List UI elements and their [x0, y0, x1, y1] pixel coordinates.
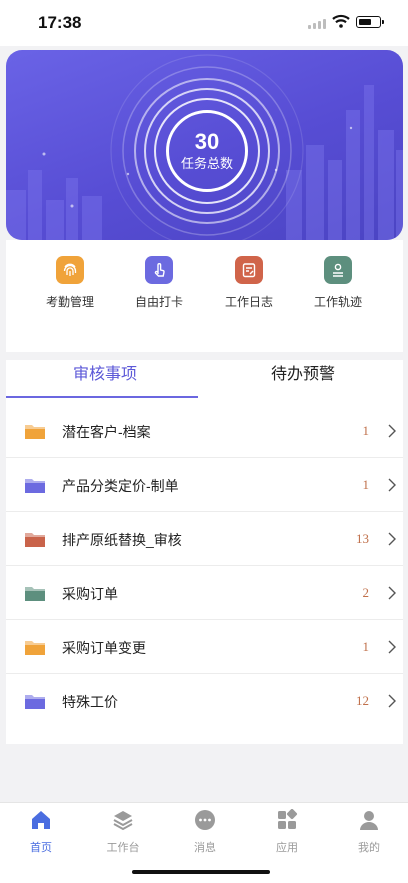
tab-label: 应用 [276, 842, 298, 854]
shortcut-label: 考勤管理 [45, 295, 94, 309]
item-name: 特殊工价 [62, 694, 118, 710]
tab-label: 待办预警 [270, 366, 335, 383]
tab-label: 审核事项 [72, 366, 137, 383]
item-count: 1 [362, 423, 370, 438]
tab-home[interactable]: 首页 [0, 809, 82, 855]
tab-profile[interactable]: 我的 [328, 809, 408, 855]
list-item[interactable]: 产品分类定价-制单 1 [6, 458, 403, 512]
shortcut-attendance[interactable]: 考勤管理 [30, 256, 110, 310]
route-icon [324, 256, 352, 284]
folder-icon [25, 533, 45, 547]
item-count: 2 [362, 585, 370, 600]
home-indicator [132, 870, 270, 874]
tab-label: 工作台 [106, 842, 140, 854]
item-name: 产品分类定价-制单 [62, 478, 179, 494]
list-item[interactable]: 采购订单变更 1 [6, 620, 403, 674]
chevron-right-icon [388, 640, 396, 654]
status-bar: 17:38 [0, 0, 408, 46]
chevron-right-icon [388, 694, 396, 708]
item-name: 采购订单变更 [62, 640, 146, 656]
item-count: 1 [362, 639, 370, 654]
user-icon [360, 811, 378, 830]
layers-icon [113, 811, 133, 831]
shortcut-work-route[interactable]: 工作轨迹 [298, 256, 378, 310]
item-count: 1 [362, 477, 370, 492]
shortcut-label: 工作轨迹 [313, 295, 362, 309]
task-total-label: 任务总数 [180, 156, 233, 171]
item-name: 采购订单 [62, 586, 118, 602]
folder-icon [25, 695, 45, 709]
chevron-right-icon [388, 586, 396, 600]
folder-icon [25, 641, 45, 655]
tab-review-items[interactable]: 审核事项 [6, 360, 204, 398]
cellular-signal-icon [308, 19, 330, 29]
tab-label: 消息 [194, 842, 216, 854]
shortcut-label: 工作日志 [224, 295, 273, 309]
shortcut-grid: 考勤管理 自由打卡 工作日志 工作轨迹 [6, 240, 403, 352]
list-item[interactable]: 特殊工价 12 [6, 674, 403, 728]
list-item[interactable]: 采购订单 2 [6, 566, 403, 620]
chevron-right-icon [388, 478, 396, 492]
tab-apps[interactable]: 应用 [246, 808, 328, 855]
shortcut-free-checkin[interactable]: 自由打卡 [119, 256, 199, 310]
message-icon [195, 810, 215, 830]
task-summary-banner[interactable]: 30 任务总数 [6, 50, 403, 240]
item-name: 潜在客户-档案 [62, 424, 151, 440]
journal-icon [235, 256, 263, 284]
shortcut-label: 自由打卡 [134, 295, 183, 309]
folder-icon [25, 425, 45, 439]
tab-label: 我的 [358, 842, 380, 854]
chevron-right-icon [388, 532, 396, 546]
list-item[interactable]: 潜在客户-档案 1 [6, 404, 403, 458]
shortcut-work-log[interactable]: 工作日志 [209, 256, 289, 310]
hand-tap-icon [145, 256, 173, 284]
task-total-count: 30 [194, 129, 220, 154]
tab-workbench[interactable]: 工作台 [82, 809, 164, 855]
list-item[interactable]: 排产原纸替换_审核 13 [6, 512, 403, 566]
item-count: 13 [356, 531, 369, 546]
item-name: 排产原纸替换_审核 [62, 532, 182, 548]
review-item-list: 潜在客户-档案 1 产品分类定价-制单 1 排产原纸替换_审核 13 采购订单 … [6, 398, 403, 744]
folder-icon [25, 479, 45, 493]
wifi-icon [332, 14, 350, 28]
chevron-right-icon [388, 424, 396, 438]
status-time: 17:38 [38, 13, 82, 32]
home-icon [32, 811, 50, 829]
item-count: 12 [356, 693, 369, 708]
apps-icon [278, 808, 298, 829]
tab-todo-alerts[interactable]: 待办预警 [204, 360, 402, 398]
fingerprint-icon [56, 256, 84, 284]
battery-icon [356, 16, 384, 28]
tab-messages[interactable]: 消息 [164, 809, 246, 855]
folder-icon [25, 587, 45, 601]
tab-label: 首页 [30, 842, 52, 854]
task-total-ring: 30 任务总数 [166, 110, 248, 192]
